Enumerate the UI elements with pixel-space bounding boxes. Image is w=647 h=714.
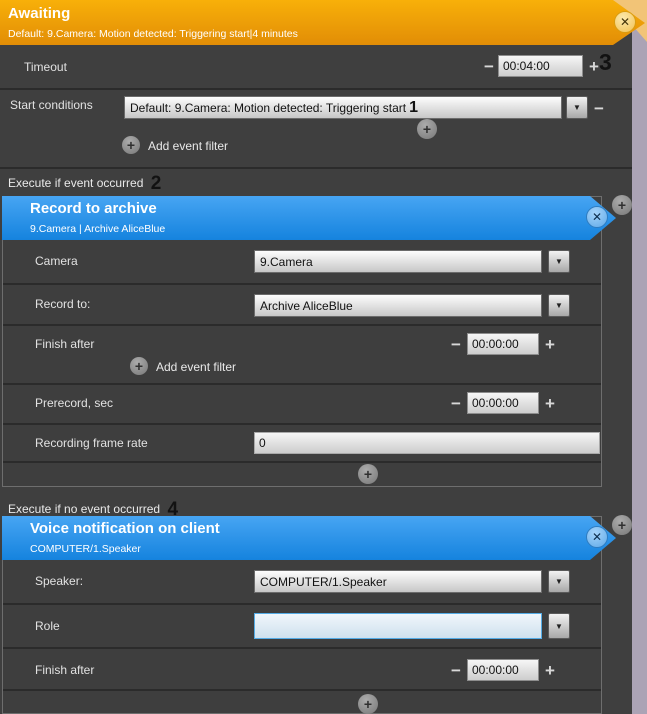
record-block-title: Record to archive [30, 200, 157, 217]
camera-dropdown-icon[interactable]: ▼ [548, 250, 570, 273]
awaiting-panel: Awaiting Default: 9.Camera: Motion detec… [0, 0, 647, 714]
timeout-input[interactable] [498, 55, 583, 77]
add-action-branch2-icon[interactable]: + [612, 515, 632, 535]
voice-add-action-icon[interactable]: + [358, 694, 378, 714]
start-conditions-dropdown-icon[interactable]: ▼ [566, 96, 588, 119]
page-title: Awaiting [8, 5, 70, 22]
start-conditions-label: Start conditions [10, 98, 93, 112]
start-conditions-value: Default: 9.Camera: Motion detected: Trig… [130, 101, 406, 115]
voice-block-header: Voice notification on client COMPUTER/1.… [2, 516, 616, 560]
voice-finish-minus-button[interactable]: − [451, 662, 461, 679]
record-to-dropdown-icon[interactable]: ▼ [548, 294, 570, 317]
annotation-3: 3 [599, 49, 612, 76]
record-block-header: Record to archive 9.Camera | Archive Ali… [2, 196, 616, 240]
divider [3, 383, 601, 385]
timeout-plus-button[interactable]: + [589, 58, 599, 75]
record-add-event-filter-button[interactable]: Add event filter [156, 360, 236, 374]
camera-value: 9.Camera [260, 255, 313, 269]
close-icon[interactable]: ✕ [614, 11, 636, 33]
divider [3, 283, 601, 285]
camera-field[interactable]: 9.Camera [254, 250, 542, 273]
divider [3, 647, 601, 649]
record-block-close-icon[interactable]: ✕ [586, 206, 608, 228]
prerecord-plus-button[interactable]: + [545, 395, 555, 412]
annotation-1: 1 [409, 99, 418, 117]
frame-rate-label: Recording frame rate [35, 436, 148, 450]
divider [0, 88, 632, 90]
add-action-branch1-icon[interactable]: + [612, 195, 632, 215]
annotation-2: 2 [151, 173, 162, 194]
prerecord-minus-button[interactable]: − [451, 395, 461, 412]
timeout-label: Timeout [24, 60, 67, 74]
speaker-label: Speaker: [35, 574, 83, 588]
record-to-label: Record to: [35, 297, 90, 311]
awaiting-summary: Default: 9.Camera: Motion detected: Trig… [8, 28, 298, 40]
section-no-event-label: Execute if no event occurred [8, 502, 160, 516]
record-to-archive-block: Record to archive 9.Camera | Archive Ali… [2, 196, 602, 487]
section-event-occurred: Execute if event occurred 2 [8, 173, 161, 195]
record-finish-after-label: Finish after [35, 337, 94, 351]
add-condition-icon[interactable]: + [417, 119, 437, 139]
voice-finish-after-input[interactable] [467, 659, 539, 681]
record-finish-after-input[interactable] [467, 333, 539, 355]
voice-block-subtitle: COMPUTER/1.Speaker [30, 543, 141, 555]
start-conditions-field[interactable]: Default: 9.Camera: Motion detected: Trig… [124, 96, 562, 119]
camera-label: Camera [35, 254, 78, 268]
role-label: Role [35, 619, 60, 633]
divider [3, 689, 601, 691]
record-finish-minus-button[interactable]: − [451, 336, 461, 353]
record-add-action-icon[interactable]: + [358, 464, 378, 484]
voice-notification-block: Voice notification on client COMPUTER/1.… [2, 516, 602, 714]
speaker-field[interactable]: COMPUTER/1.Speaker [254, 570, 542, 593]
divider [3, 461, 601, 463]
background-strip [632, 0, 647, 714]
voice-block-close-icon[interactable]: ✕ [586, 526, 608, 548]
speaker-value: COMPUTER/1.Speaker [260, 575, 387, 589]
voice-finish-plus-button[interactable]: + [545, 662, 555, 679]
speaker-dropdown-icon[interactable]: ▼ [548, 570, 570, 593]
section-event-label: Execute if event occurred [8, 176, 143, 190]
divider [3, 603, 601, 605]
timeout-minus-button[interactable]: − [484, 58, 494, 75]
voice-finish-after-label: Finish after [35, 663, 94, 677]
add-filter-icon[interactable]: + [122, 136, 140, 154]
record-add-filter-icon[interactable]: + [130, 357, 148, 375]
record-to-value: Archive AliceBlue [260, 299, 353, 313]
awaiting-banner: Awaiting Default: 9.Camera: Motion detec… [0, 0, 647, 45]
add-event-filter-button[interactable]: Add event filter [148, 139, 228, 153]
record-to-field[interactable]: Archive AliceBlue [254, 294, 542, 317]
record-finish-plus-button[interactable]: + [545, 336, 555, 353]
divider [0, 167, 632, 169]
voice-block-title: Voice notification on client [30, 520, 220, 537]
role-dropdown-icon[interactable]: ▼ [548, 613, 570, 639]
record-block-subtitle: 9.Camera | Archive AliceBlue [30, 223, 165, 235]
prerecord-input[interactable] [467, 392, 539, 414]
role-field[interactable] [254, 613, 542, 639]
divider [3, 324, 601, 326]
divider [3, 423, 601, 425]
frame-rate-input[interactable] [254, 432, 600, 454]
remove-condition-button[interactable]: − [594, 100, 604, 117]
prerecord-label: Prerecord, sec [35, 396, 113, 410]
